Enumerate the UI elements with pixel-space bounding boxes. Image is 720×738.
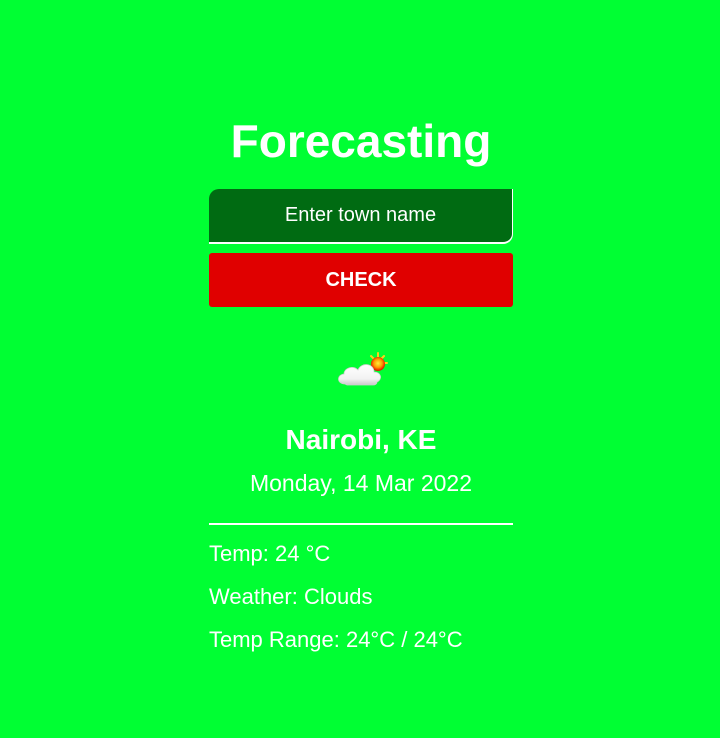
temperature-text: Temp: 24 °C [209,541,331,566]
location-name: Nairobi, KE [285,424,437,455]
partly-cloudy-icon [338,352,388,386]
temperature-range-text: Temp Range: 24°C / 24°C [209,627,463,652]
check-button[interactable]: CHECK [209,253,513,307]
weather-condition-text: Weather: Clouds [209,584,373,609]
page-title: Forecasting [230,115,492,167]
divider [209,523,513,525]
forecast-date: Monday, 14 Mar 2022 [249,470,473,496]
town-search-input[interactable] [209,189,513,244]
